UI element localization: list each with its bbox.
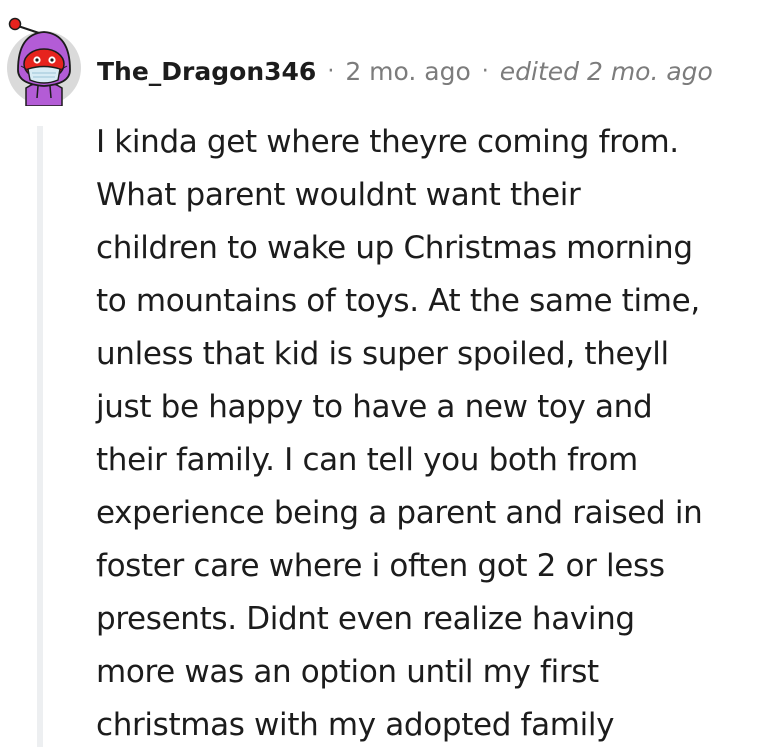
comment-body-line: to mountains of toys. At the same time,: [96, 283, 700, 319]
comment-body-line: their family. I can tell you both from: [96, 442, 638, 478]
comment-body-line: just be happy to have a new toy and: [96, 389, 653, 425]
meta-separator: ·: [481, 59, 489, 84]
comment-body-line: presents. Didnt even realize having: [96, 601, 635, 637]
comment-header: The_Dragon346 · 2 mo. ago · edited 2 mo.…: [97, 52, 713, 92]
edited-label: edited 2 mo. ago: [499, 57, 713, 86]
comment-timestamp[interactable]: 2 mo. ago: [345, 52, 470, 92]
author-username[interactable]: The_Dragon346: [97, 52, 316, 92]
meta-separator: ·: [327, 59, 335, 84]
comment-body-line: experience being a parent and raised in: [96, 495, 703, 531]
comment-body-line: What parent wouldnt want their: [96, 177, 581, 213]
comment-body-line: children to wake up Christmas morning: [96, 230, 693, 266]
comment-body-line: unless that kid is super spoiled, theyll: [96, 336, 669, 372]
comment: The_Dragon346 · 2 mo. ago · edited 2 mo.…: [0, 0, 771, 747]
thread-collapse-line[interactable]: [37, 126, 43, 747]
comment-body-line: more was an option until my first: [96, 654, 599, 690]
snoo-avatar-icon[interactable]: [6, 14, 82, 106]
comment-body-line: I kinda get where theyre coming from.: [96, 124, 679, 160]
comment-body-line: foster care where i often got 2 or less: [96, 548, 665, 584]
comment-body-line: christmas with my adopted family: [96, 707, 615, 743]
comment-body: I kinda get where theyre coming from. Wh…: [96, 116, 761, 752]
